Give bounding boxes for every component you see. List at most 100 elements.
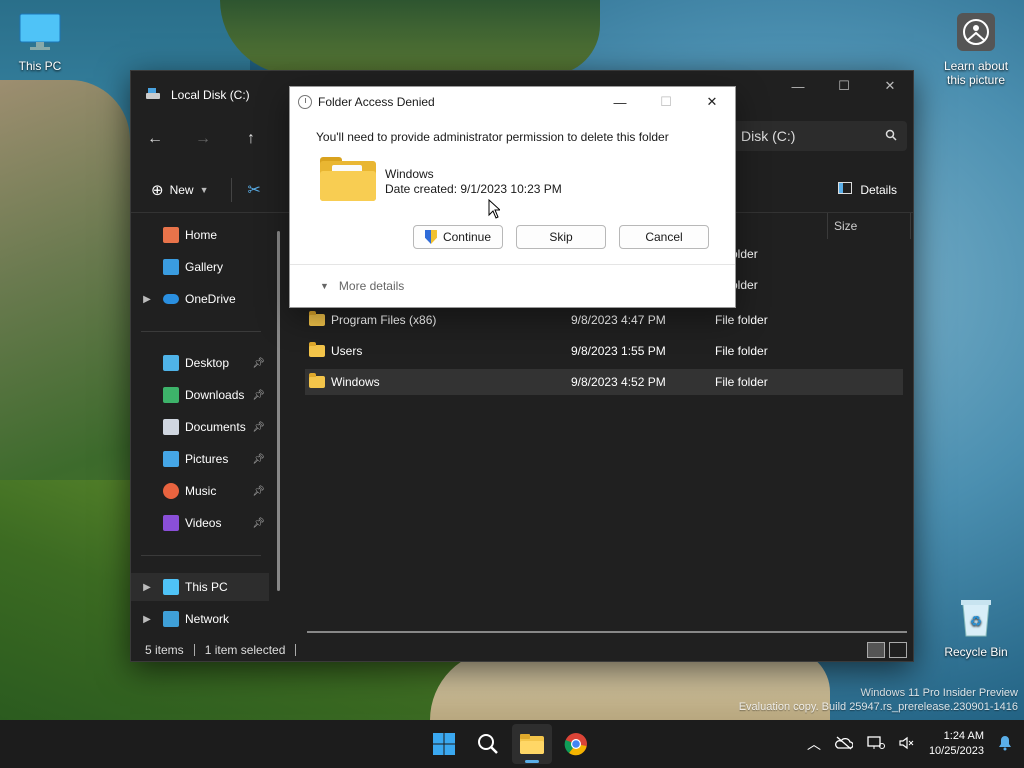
network-icon[interactable] [867, 735, 885, 753]
sidebar-item-label: Desktop [185, 356, 230, 370]
dialog-minimize-button[interactable]: — [597, 87, 643, 117]
large-folder-icon [320, 157, 376, 201]
sidebar-item-onedrive[interactable]: ▶ OneDrive [131, 285, 269, 313]
sidebar-item-downloads[interactable]: Downloads 📌︎ [131, 381, 269, 409]
pin-icon[interactable]: 📌︎ [252, 454, 265, 465]
onedrive-offline-icon[interactable] [834, 736, 854, 753]
sidebar-item-label: Home [185, 228, 218, 242]
chevron-right-icon[interactable]: ▶ [131, 582, 163, 593]
file-type: File folder [715, 313, 768, 327]
sidebar-item-pictures[interactable]: Pictures 📌︎ [131, 445, 269, 473]
volume-muted-icon[interactable] [899, 736, 915, 753]
file-explorer-taskbar-button[interactable] [512, 724, 552, 764]
table-row[interactable]: Windows 9/8/2023 4:52 PM File folder [305, 369, 903, 395]
forward-arrow-icon[interactable]: → [179, 130, 227, 148]
continue-label: Continue [442, 230, 492, 244]
desktop-icon-learn-about-picture[interactable]: Learn about this picture [934, 12, 1018, 87]
sidebar-scrollbar[interactable] [277, 231, 280, 591]
more-details-label: More details [338, 279, 405, 293]
continue-button[interactable]: Continue [413, 225, 503, 249]
dialog-titlebar[interactable]: Folder Access Denied — ☐ ✕ [290, 87, 735, 117]
desktop-folder-icon [163, 355, 179, 371]
file-name: Windows [331, 375, 380, 389]
chevron-right-icon[interactable]: ▶ [131, 294, 163, 305]
mouse-cursor-icon [488, 198, 502, 222]
file-date: 9/8/2023 4:52 PM [571, 375, 666, 389]
folder-date-created: Date created: 9/1/2023 10:23 PM [385, 182, 562, 196]
pin-icon[interactable]: 📌︎ [252, 518, 265, 529]
clock-time: 1:24 AM [943, 730, 984, 742]
notification-bell-icon[interactable] [998, 735, 1012, 754]
sidebar-item-desktop[interactable]: Desktop 📌︎ [131, 349, 269, 377]
selection-count: 1 item selected [204, 643, 286, 657]
chrome-icon [564, 733, 587, 756]
cut-icon[interactable]: ✂ [248, 180, 261, 200]
sidebar-item-gallery[interactable]: Gallery [131, 253, 269, 281]
folder-access-denied-dialog: Folder Access Denied — ☐ ✕ You'll need t… [289, 86, 736, 308]
pin-icon[interactable]: 📌︎ [252, 422, 265, 433]
skip-button[interactable]: Skip [516, 225, 606, 249]
folder-name: Windows [385, 167, 434, 181]
svg-text:♻: ♻ [970, 613, 983, 629]
folder-info: Windows Date created: 9/1/2023 10:23 PM [385, 167, 562, 197]
search-button[interactable] [468, 724, 508, 764]
sidebar-item-this-pc[interactable]: ▶ This PC [131, 573, 269, 601]
cancel-button[interactable]: Cancel [619, 225, 709, 249]
back-arrow-icon[interactable]: ← [131, 130, 179, 148]
chrome-taskbar-button[interactable] [556, 724, 596, 764]
horizontal-scrollbar[interactable] [307, 631, 907, 633]
pin-icon[interactable]: 📌︎ [252, 486, 265, 497]
pin-icon[interactable]: 📌︎ [252, 358, 265, 369]
desktop-icon-recycle-bin[interactable]: ♻ Recycle Bin [934, 596, 1018, 659]
network-icon [163, 611, 179, 627]
minimize-button[interactable]: — [775, 71, 821, 101]
column-header-type[interactable] [731, 213, 827, 239]
plus-circle-icon: ⊕ [151, 181, 164, 199]
watermark-line-1: Windows 11 Pro Insider Preview [860, 687, 1018, 699]
folder-icon [520, 734, 544, 754]
drive-icon [145, 87, 161, 104]
dialog-title: Folder Access Denied [318, 95, 435, 109]
pin-icon[interactable]: 📌︎ [252, 390, 265, 401]
folder-icon [309, 342, 325, 357]
close-button[interactable]: ✕ [867, 71, 913, 101]
sidebar-item-label: Downloads [185, 388, 245, 402]
desktop-icon-this-pc[interactable]: This PC [0, 12, 80, 73]
dialog-maximize-button[interactable]: ☐ [643, 87, 689, 117]
table-row[interactable]: Users 9/8/2023 1:55 PM File folder [305, 338, 903, 364]
sidebar-item-home[interactable]: Home [131, 221, 269, 249]
item-count: 5 items [145, 643, 184, 657]
file-type: File folder [715, 344, 768, 358]
more-details-toggle[interactable]: ▼ More details [320, 279, 404, 293]
uac-shield-icon [424, 230, 437, 244]
sidebar-item-network[interactable]: ▶ Network [131, 605, 269, 633]
sidebar-item-label: Videos [185, 516, 222, 530]
dialog-close-button[interactable]: ✕ [689, 87, 735, 117]
system-tray: ︿ 1:24 AM 10/25/2023 [807, 720, 1024, 768]
up-arrow-icon[interactable]: ↑ [227, 130, 275, 148]
chevron-right-icon[interactable]: ▶ [131, 614, 163, 625]
start-button[interactable] [424, 724, 464, 764]
details-view-icon[interactable] [867, 642, 885, 658]
new-button-label: New [169, 182, 194, 197]
address-bar[interactable]: Disk (C:) [731, 121, 907, 151]
file-date: 9/8/2023 1:55 PM [571, 344, 666, 358]
chevron-up-icon[interactable]: ︿ [807, 734, 821, 754]
sidebar-item-label: OneDrive [185, 292, 236, 306]
details-label: Details [860, 182, 897, 197]
file-name: Program Files (x86) [331, 313, 437, 327]
tiles-view-icon[interactable] [889, 642, 907, 658]
new-button[interactable]: ⊕ New ▼ [151, 181, 209, 199]
details-pane-icon [838, 182, 853, 197]
maximize-button[interactable]: ☐ [821, 71, 867, 101]
chevron-down-icon: ▼ [199, 184, 209, 195]
sidebar-item-music[interactable]: Music 📌︎ [131, 477, 269, 505]
details-button[interactable]: Details [838, 182, 897, 197]
search-icon[interactable] [885, 128, 897, 144]
column-header-size[interactable]: Size [827, 213, 911, 239]
clock[interactable]: 1:24 AM 10/25/2023 [929, 729, 984, 759]
sidebar-item-videos[interactable]: Videos 📌︎ [131, 509, 269, 537]
table-row[interactable]: Program Files (x86) 9/8/2023 4:47 PM Fil… [305, 307, 903, 333]
desktop-icon-label: This PC [18, 59, 62, 73]
sidebar-item-documents[interactable]: Documents 📌︎ [131, 413, 269, 441]
